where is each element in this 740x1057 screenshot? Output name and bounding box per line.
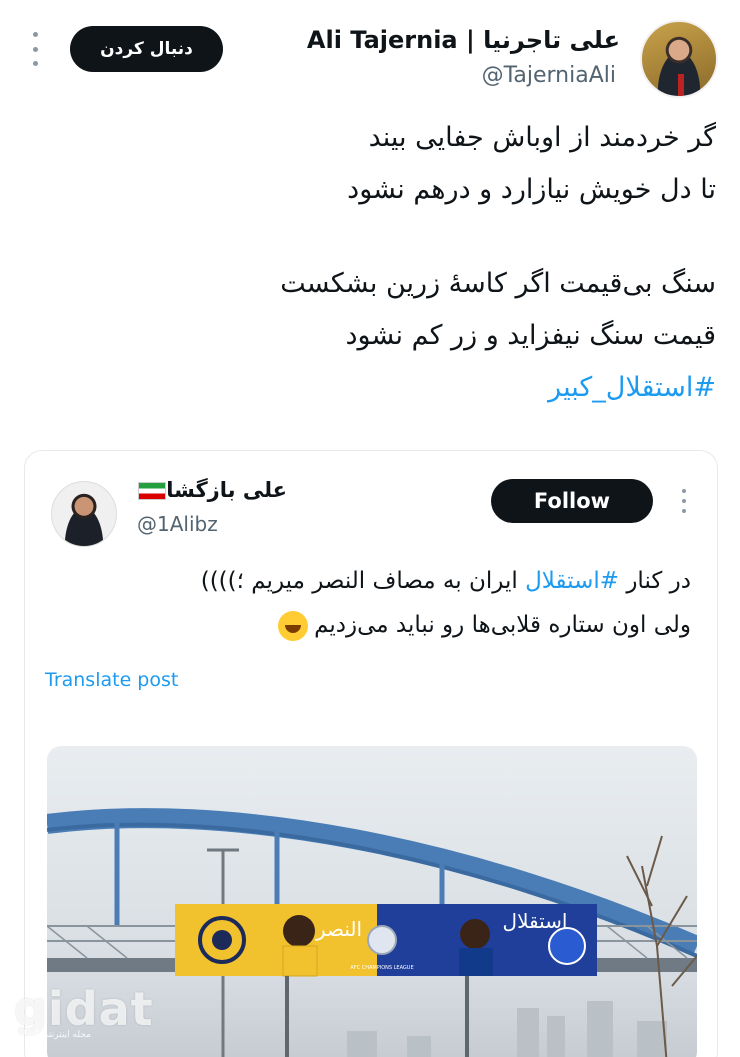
quoted-text-line-1: در کنار #استقلال ایران به مصاف النصر میر… (51, 559, 691, 603)
author-handle[interactable]: @TajerniaAli (482, 63, 616, 88)
tweet-header: Ali Tajernia | علی تاجرنیا @TajerniaAli … (0, 18, 740, 108)
quoted-author-handle[interactable]: @1Alibz (137, 512, 218, 536)
tweet-text: گر خردمند از اوباش جفایی بیند تا دل خویش… (16, 112, 716, 414)
poem-line: سنگ بی‌قیمت اگر کاسهٔ زرین بشکست (280, 268, 716, 299)
author-name[interactable]: Ali Tajernia | علی تاجرنیا (307, 26, 620, 54)
billboard-esteghlal-text: استقلال (503, 909, 568, 933)
quoted-text-fragment: ایران به مصاف النصر میریم ؛)))) (200, 568, 526, 594)
quoted-more-options-icon[interactable] (679, 489, 689, 513)
quoted-text-fragment: در کنار (619, 568, 691, 594)
quoted-post-text: در کنار #استقلال ایران به مصاف النصر میر… (51, 559, 691, 647)
quoted-author-avatar[interactable] (51, 481, 117, 547)
billboard-alnassr-text: النصر (315, 917, 362, 941)
watermark-tagline: مجله اینترنتی گیدات (16, 1030, 91, 1040)
quoted-hashtag-link[interactable]: #استقلال (525, 568, 619, 594)
quoted-author-name-text: علی بازگشا (166, 478, 287, 502)
billboard-badge-text: AFC CHAMPIONS LEAGUE (350, 965, 413, 971)
watermark-logo: gidat (14, 982, 154, 1036)
more-options-icon[interactable] (28, 32, 42, 66)
poem-line: گر خردمند از اوباش جفایی بیند (368, 122, 716, 153)
iran-flag-icon (138, 482, 167, 500)
poem-line: تا دل خویش نیازارد و درهم نشود (347, 174, 716, 205)
poem-line: قیمت سنگ نیفزاید و زر کم نشود (345, 320, 716, 351)
quoted-follow-button[interactable]: Follow (491, 479, 653, 523)
quoted-post-card[interactable]: علی بازگشا @1Alibz Follow در کنار #استقل… (24, 450, 718, 1057)
quoted-text-line-2: ولی اون ستاره قلابی‌ها رو نباید می‌زدیم (51, 603, 691, 647)
follow-button[interactable]: دنبال کردن (70, 26, 223, 72)
quoted-text-fragment: ولی اون ستاره قلابی‌ها رو نباید می‌زدیم (314, 612, 691, 638)
quoted-author-name[interactable]: علی بازگشا (130, 478, 287, 502)
author-avatar[interactable] (640, 20, 718, 98)
hashtag-link[interactable]: #استقلال_کبیر (16, 362, 716, 414)
laughing-emoji-icon (278, 610, 309, 641)
translate-post-link[interactable]: Translate post (45, 669, 178, 691)
